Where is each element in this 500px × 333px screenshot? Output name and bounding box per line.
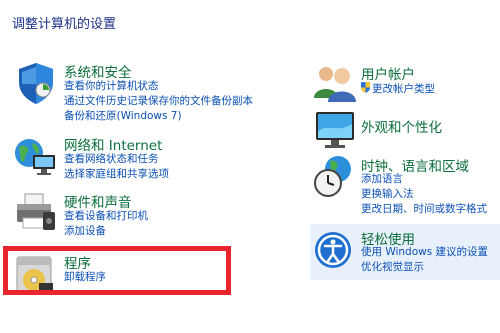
category-title-system-security[interactable]: 系统和安全 <box>64 61 132 81</box>
category-title-appearance[interactable]: 外观和个性化 <box>361 116 442 136</box>
link-optimize-visual-display[interactable]: 优化视觉显示 <box>361 261 424 274</box>
link-homegroup-sharing[interactable]: 选择家庭组和共享选项 <box>64 168 169 181</box>
link-windows-recommended-settings[interactable]: 使用 Windows 建议的设置 <box>361 246 488 259</box>
monitor-palette-icon <box>316 112 354 148</box>
category-title-ease-access[interactable]: 轻松使用 <box>361 228 415 248</box>
shield-icon <box>19 63 53 104</box>
link-backup-restore[interactable]: 备份和还原(Windows 7) <box>64 110 182 123</box>
uac-shield-icon <box>361 82 370 93</box>
page-title: 调整计算机的设置 <box>12 17 117 32</box>
link-devices-printers[interactable]: 查看设备和打印机 <box>64 210 148 223</box>
category-title-user-accounts[interactable]: 用户帐户 <box>361 63 415 83</box>
link-change-account-type-label: 更改帐户类型 <box>372 83 435 95</box>
link-change-input-method[interactable]: 更换输入法 <box>361 188 414 201</box>
highlight-box <box>3 246 231 295</box>
link-change-account-type[interactable]: 更改帐户类型 <box>361 82 435 96</box>
network-globe-icon <box>15 139 55 175</box>
category-title-clock-region[interactable]: 时钟、语言和区域 <box>361 155 469 175</box>
link-view-computer-status[interactable]: 查看你的计算机状态 <box>64 80 159 93</box>
printer-icon <box>17 193 55 230</box>
link-change-date-time-format[interactable]: 更改日期、时间或数字格式 <box>361 203 487 216</box>
users-icon <box>314 67 356 102</box>
ease-of-access-icon <box>315 232 351 268</box>
clock-globe-icon <box>314 156 351 197</box>
category-title-network[interactable]: 网络和 Internet <box>64 134 162 154</box>
category-title-hardware[interactable]: 硬件和声音 <box>64 191 132 211</box>
link-add-device[interactable]: 添加设备 <box>64 225 106 238</box>
link-file-history-backup[interactable]: 通过文件历史记录保存你的文件备份副本 <box>64 95 253 108</box>
link-view-network-status[interactable]: 查看网络状态和任务 <box>64 153 159 166</box>
link-add-language[interactable]: 添加语言 <box>361 173 403 186</box>
